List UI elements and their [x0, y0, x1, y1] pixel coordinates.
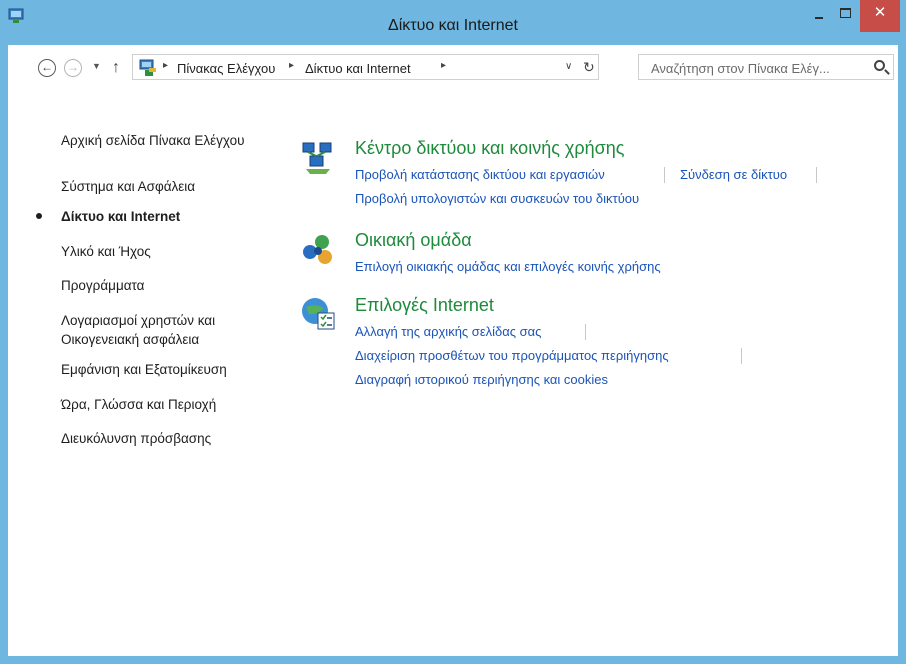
choose-homegroup-link[interactable]: Επιλογή οικιακής ομάδας και επιλογές κοι… — [355, 259, 661, 274]
search-input[interactable]: Αναζήτηση στον Πίνακα Ελέγ... — [638, 54, 894, 80]
internet-options-icon[interactable] — [300, 295, 336, 331]
window: Δίκτυο και Internet ✕ ← → ▼ ↑ ▸ Πίνακας … — [0, 0, 906, 664]
maximize-button[interactable] — [833, 0, 859, 32]
refresh-button[interactable]: ↻ — [583, 59, 595, 76]
homegroup-icon[interactable] — [300, 230, 336, 266]
sidebar-item-hardware-sound[interactable]: Υλικό και Ήχος — [61, 242, 271, 261]
sidebar-item-programs[interactable]: Προγράμματα — [61, 276, 271, 295]
breadcrumb-control-panel[interactable]: Πίνακας Ελέγχου — [177, 61, 275, 76]
manage-addons-link[interactable]: Διαχείριση προσθέτων του προγράμματος πε… — [355, 348, 669, 363]
view-network-status-link[interactable]: Προβολή κατάστασης δικτύου και εργασιών — [355, 167, 605, 182]
up-button[interactable]: ↑ — [112, 59, 120, 77]
change-home-page-link[interactable]: Αλλαγή της αρχικής σελίδας σας — [355, 324, 541, 339]
address-dropdown-icon[interactable]: ∨ — [565, 61, 572, 72]
network-sharing-center-title[interactable]: Κέντρο δικτύου και κοινής χρήσης — [355, 138, 624, 159]
close-button[interactable]: ✕ — [860, 0, 900, 32]
breadcrumb-separator-icon[interactable]: ▸ — [163, 60, 168, 71]
breadcrumb-separator-icon[interactable]: ▸ — [289, 60, 294, 71]
forward-arrow-icon: → — [67, 60, 79, 74]
link-divider — [816, 167, 817, 183]
network-center-icon[interactable] — [300, 139, 336, 175]
up-arrow-icon: ↑ — [112, 59, 120, 76]
delete-browsing-history-link[interactable]: Διαγραφή ιστορικού περιήγησης και cookie… — [355, 372, 608, 387]
internet-options-title[interactable]: Επιλογές Internet — [355, 295, 494, 316]
chevron-down-icon: ▼ — [92, 61, 101, 71]
back-arrow-icon: ← — [41, 60, 53, 74]
homegroup-title[interactable]: Οικιακή ομάδα — [355, 230, 472, 251]
connect-to-network-link[interactable]: Σύνδεση σε δίκτυο — [680, 167, 787, 182]
title-bar[interactable]: Δίκτυο και Internet ✕ — [0, 0, 906, 45]
link-divider — [664, 167, 665, 183]
forward-button[interactable]: → — [64, 59, 82, 77]
sidebar-item-control-panel-home[interactable]: Αρχική σελίδα Πίνακα Ελέγχου — [61, 131, 271, 150]
recent-locations-button[interactable]: ▼ — [92, 61, 101, 71]
link-divider — [741, 348, 742, 364]
close-icon: ✕ — [873, 4, 887, 21]
breadcrumb-network-internet[interactable]: Δίκτυο και Internet — [305, 61, 411, 76]
control-panel-icon — [139, 59, 156, 76]
content-area: Αρχική σελίδα Πίνακα Ελέγχου Σύστημα και… — [8, 89, 898, 656]
search-icon[interactable] — [874, 60, 885, 71]
sidebar-item-ease-of-access[interactable]: Διευκόλυνση πρόσβασης — [61, 429, 271, 448]
refresh-icon: ↻ — [583, 59, 595, 75]
breadcrumb-separator-icon[interactable]: ▸ — [441, 60, 446, 71]
sidebar-item-network-internet[interactable]: Δίκτυο και Internet — [61, 207, 271, 226]
search-placeholder: Αναζήτηση στον Πίνακα Ελέγ... — [651, 61, 830, 76]
sidebar-item-appearance[interactable]: Εμφάνιση και Εξατομίκευση — [61, 360, 271, 379]
active-item-bullet — [36, 213, 42, 219]
window-title: Δίκτυο και Internet — [388, 17, 518, 34]
back-button[interactable]: ← — [38, 59, 56, 77]
view-network-computers-link[interactable]: Προβολή υπολογιστών και συσκευών του δικ… — [355, 191, 639, 206]
minimize-button[interactable] — [806, 0, 832, 32]
navigation-bar: ← → ▼ ↑ ▸ Πίνακας Ελέγχου ▸ Δίκτυο και I… — [8, 45, 898, 89]
link-divider — [585, 324, 586, 340]
sidebar-item-user-accounts[interactable]: Λογαριασμοί χρηστών και Οικογενειακή ασφ… — [61, 311, 271, 349]
sidebar-item-system-security[interactable]: Σύστημα και Ασφάλεια — [61, 177, 271, 196]
address-field[interactable]: ▸ Πίνακας Ελέγχου ▸ Δίκτυο και Internet … — [132, 54, 599, 80]
sidebar-item-clock-language[interactable]: Ώρα, Γλώσσα και Περιοχή — [61, 395, 271, 414]
